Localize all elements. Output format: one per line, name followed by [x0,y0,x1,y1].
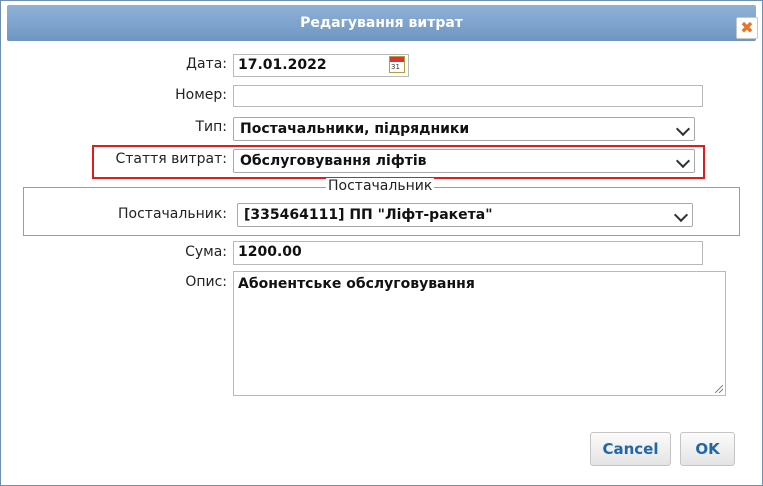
type-select[interactable]: Постачальники, підрядники [233,117,695,141]
cancel-button[interactable]: Cancel [590,432,671,466]
date-label: Дата: [186,56,227,72]
type-label: Тип: [195,119,227,135]
description-text: Абонентське обслуговування [238,276,475,292]
chevron-down-icon [675,153,691,169]
dialog-titlebar[interactable]: Редагування витрат ✖ [7,5,758,41]
close-icon: ✖ [740,18,754,37]
sum-field[interactable]: 1200.00 [233,241,703,265]
date-field[interactable]: 17.01.2022 [233,54,409,77]
calendar-icon[interactable]: 31 [389,56,405,73]
edit-expense-dialog: Редагування витрат ✖ Дата: 17.01.2022 31… [0,0,763,486]
expense-item-select-value: Обслуговування ліфтів [240,153,427,169]
resize-handle-icon[interactable] [715,385,723,393]
number-label: Номер: [175,87,227,103]
close-button[interactable]: ✖ [736,17,758,39]
description-textarea[interactable]: Абонентське обслуговування [233,271,726,396]
chevron-down-icon [673,207,689,223]
dialog-title: Редагування витрат [300,15,463,31]
expense-item-select[interactable]: Обслуговування ліфтів [233,149,695,173]
chevron-down-icon [675,121,691,137]
supplier-select-value: [335464111] ПП "Ліфт-ракета" [244,207,493,223]
supplier-legend: Постачальник [326,178,435,194]
type-select-value: Постачальники, підрядники [240,121,470,137]
ok-button[interactable]: OK [680,432,735,466]
number-field[interactable] [233,85,703,107]
sum-label: Сума: [185,244,227,260]
supplier-label: Постачальник: [118,206,227,222]
supplier-select[interactable]: [335464111] ПП "Ліфт-ракета" [237,203,693,227]
expense-item-label: Стаття витрат: [115,151,227,167]
description-label: Опис: [185,274,227,290]
